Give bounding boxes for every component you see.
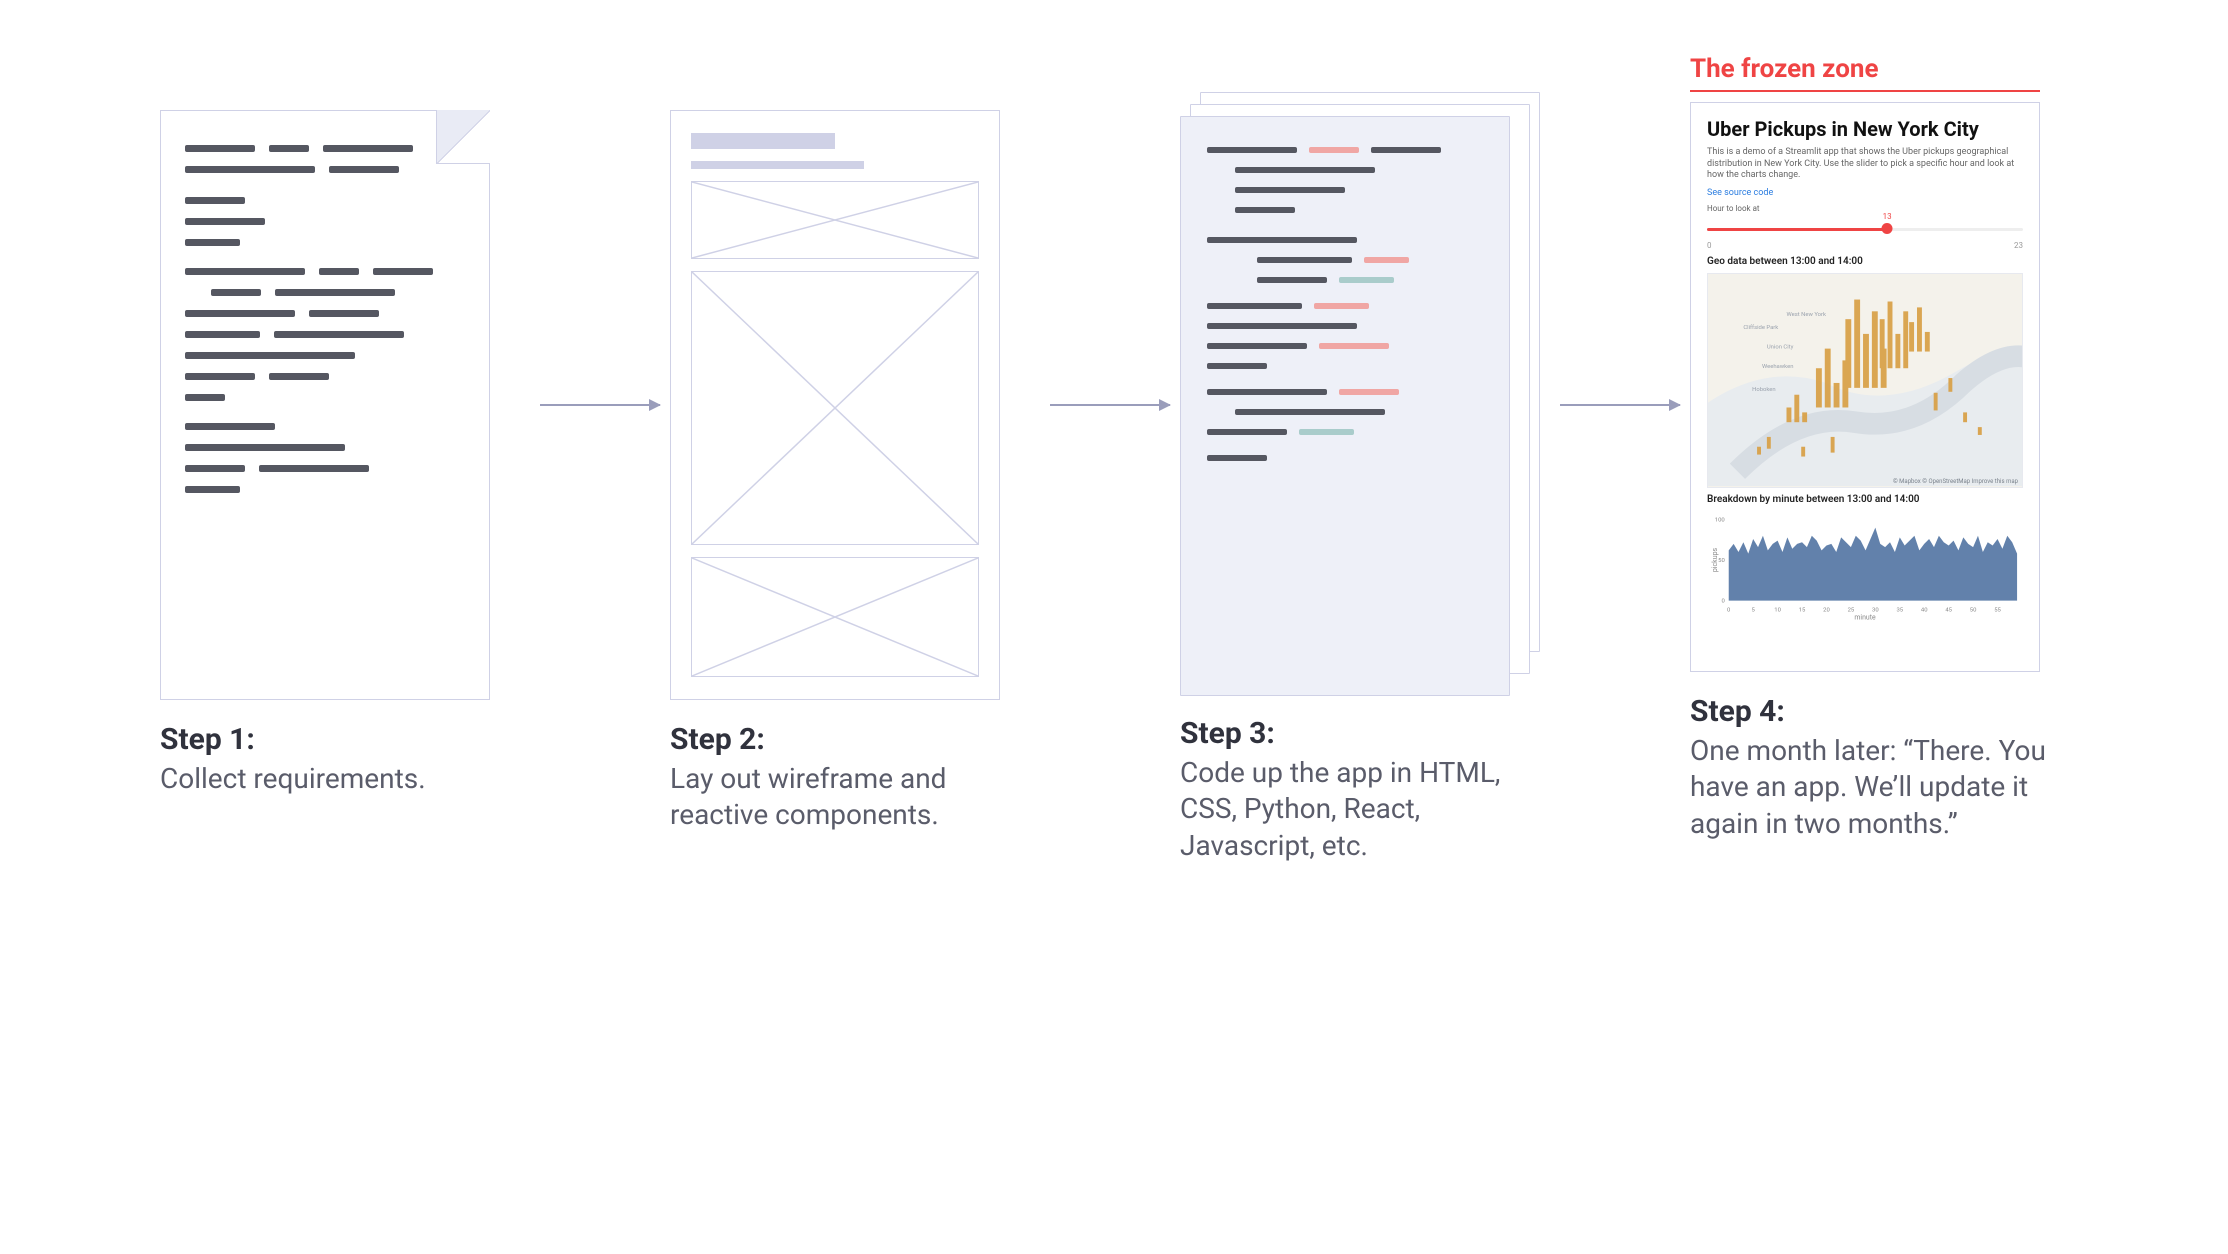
slider-min: 0 xyxy=(1707,241,1712,250)
arrow-2-icon xyxy=(1040,110,1180,700)
step-1: Step 1: Collect requirements. xyxy=(160,110,530,797)
svg-text:15: 15 xyxy=(1799,607,1806,613)
step-4-text: One month later: “There. You have an app… xyxy=(1690,733,2050,842)
step-1-heading: Step 1: xyxy=(160,722,426,757)
workflow-diagram: Step 1: Collect requirements. Step 2: La… xyxy=(160,110,2108,864)
step-3-text: Code up the app in HTML, CSS, Python, Re… xyxy=(1180,755,1540,864)
slider-max: 23 xyxy=(2014,241,2023,250)
svg-text:55: 55 xyxy=(1994,607,2001,613)
svg-text:45: 45 xyxy=(1945,607,1952,613)
svg-text:40: 40 xyxy=(1921,607,1928,613)
step-3: Step 3: Code up the app in HTML, CSS, Py… xyxy=(1180,110,1550,864)
svg-text:10: 10 xyxy=(1774,607,1781,613)
wireframe-doc-icon xyxy=(670,110,1000,700)
page-fold-icon xyxy=(436,110,490,164)
step-2-text: Lay out wireframe and reactive component… xyxy=(670,761,1030,834)
slider-label: Hour to look at xyxy=(1707,204,2023,213)
step-3-heading: Step 3: xyxy=(1180,716,1540,751)
slider-value: 13 xyxy=(1883,212,1892,221)
requirements-doc-icon xyxy=(160,110,490,700)
step-4: The frozen zone Uber Pickups in New York… xyxy=(1690,54,2060,842)
arrow-1-icon xyxy=(530,110,670,700)
svg-text:50: 50 xyxy=(1970,607,1977,613)
step-2: Step 2: Lay out wireframe and reactive c… xyxy=(670,110,1040,834)
map-attribution: © Mapbox © OpenStreetMap Improve this ma… xyxy=(1893,478,2018,485)
hour-slider[interactable]: 13 xyxy=(1707,219,2023,237)
source-code-link[interactable]: See source code xyxy=(1707,188,2023,198)
svg-text:Union City: Union City xyxy=(1767,345,1794,351)
frozen-zone-rule xyxy=(1690,90,2040,92)
svg-text:0: 0 xyxy=(1727,607,1730,613)
geo-heading: Geo data between 13:00 and 14:00 xyxy=(1707,256,2023,267)
y-axis-label: pickups xyxy=(1711,548,1719,572)
svg-text:100: 100 xyxy=(1715,518,1725,524)
svg-text:Cliffside Park: Cliffside Park xyxy=(1743,324,1778,331)
svg-text:Weehawken: Weehawken xyxy=(1762,364,1793,370)
svg-text:5: 5 xyxy=(1751,607,1755,613)
step-4-heading: Step 4: xyxy=(1690,694,2050,729)
step-1-text: Collect requirements. xyxy=(160,761,426,797)
svg-text:35: 35 xyxy=(1896,607,1903,613)
streamlit-app-screenshot: Uber Pickups in New York City This is a … xyxy=(1690,102,2040,672)
breakdown-chart: pickups 0501000510152025303540455055minu… xyxy=(1707,511,2023,621)
arrow-3-icon xyxy=(1550,110,1690,700)
svg-text:West New York: West New York xyxy=(1787,312,1827,318)
svg-text:20: 20 xyxy=(1823,607,1830,613)
geo-map[interactable]: Cliffside Park West New York Union City … xyxy=(1707,273,2023,488)
app-title: Uber Pickups in New York City xyxy=(1707,117,2023,141)
map-icon: Cliffside Park West New York Union City … xyxy=(1708,274,2022,487)
svg-text:Hoboken: Hoboken xyxy=(1752,387,1775,393)
code-stack-icon xyxy=(1180,92,1530,682)
svg-text:0: 0 xyxy=(1721,599,1724,605)
frozen-zone-label: The frozen zone xyxy=(1690,54,1879,84)
svg-text:50: 50 xyxy=(1718,558,1725,564)
app-subtitle: This is a demo of a Streamlit app that s… xyxy=(1707,147,2023,182)
step-2-heading: Step 2: xyxy=(670,722,1030,757)
svg-text:minute: minute xyxy=(1854,613,1876,621)
breakdown-heading: Breakdown by minute between 13:00 and 14… xyxy=(1707,494,2023,505)
